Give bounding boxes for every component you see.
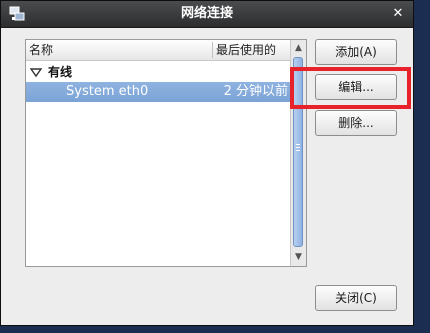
network-connections-window: 网络连接 ✕ 名称 最后使用的 有线 System eth0 2 分钟以前 ▲ — [0, 0, 414, 326]
column-header: 名称 最后使用的 — [26, 40, 292, 61]
connection-row-system-eth0[interactable]: System eth0 2 分钟以前 — [26, 82, 292, 102]
group-label: 有线 — [48, 65, 73, 79]
highlight-annotation-box — [290, 67, 411, 109]
connection-last-used: 2 分钟以前 — [223, 84, 288, 99]
connections-list[interactable]: 名称 最后使用的 有线 System eth0 2 分钟以前 ▲ ▼ — [25, 39, 307, 267]
window-title: 网络连接 — [180, 6, 233, 21]
delete-button[interactable]: 删除... — [315, 110, 397, 136]
group-row-wired[interactable]: 有线 — [26, 62, 292, 82]
column-separator — [212, 42, 213, 58]
thumb-grip — [296, 147, 300, 148]
thumb-grip — [296, 150, 300, 151]
close-icon[interactable]: ✕ — [389, 5, 407, 23]
title-bar[interactable]: 网络连接 ✕ — [1, 1, 413, 28]
add-button[interactable]: 添加(A) — [315, 39, 397, 65]
connection-name: System eth0 — [66, 84, 149, 99]
column-header-last-used[interactable]: 最后使用的 — [216, 40, 276, 60]
column-header-name[interactable]: 名称 — [29, 40, 53, 60]
thumb-grip — [296, 144, 300, 145]
close-button[interactable]: 关闭(C) — [315, 285, 397, 311]
scroll-down-arrow-icon[interactable]: ▼ — [292, 251, 305, 264]
expander-down-icon[interactable] — [30, 66, 42, 78]
scroll-up-arrow-icon[interactable]: ▲ — [292, 42, 305, 55]
